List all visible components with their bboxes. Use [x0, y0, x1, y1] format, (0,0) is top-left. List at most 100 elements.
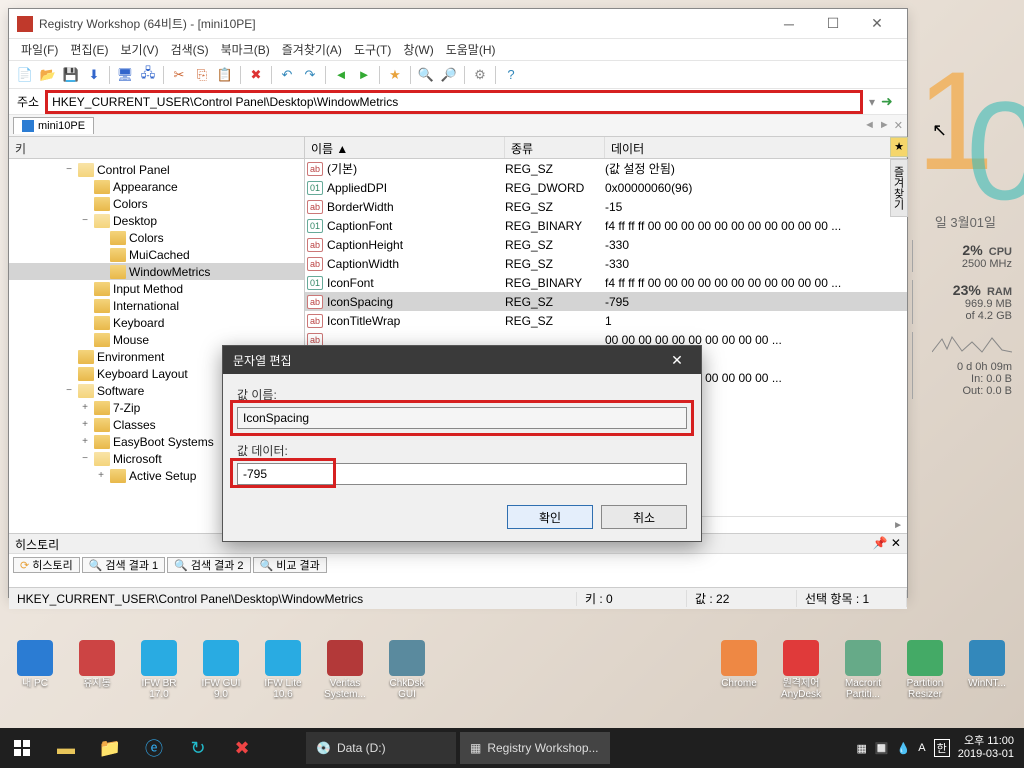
- list-row[interactable]: ab(기본)REG_SZ(값 설정 안됨): [305, 159, 907, 178]
- desktop-icon[interactable]: 원격제어 AnyDesk: [774, 640, 828, 700]
- hscroll-right-icon[interactable]: ►: [893, 520, 903, 531]
- desktop-icon[interactable]: Partition Resizer: [898, 640, 952, 700]
- tb-cut-icon[interactable]: ✂: [169, 65, 189, 85]
- tray-clock[interactable]: 오후 11:00 2019-03-01: [958, 735, 1014, 761]
- menu-item[interactable]: 도구(T): [354, 41, 391, 58]
- menu-item[interactable]: 북마크(B): [221, 41, 270, 58]
- desktop-icon[interactable]: Macrorit Partiti...: [836, 640, 890, 700]
- tree-node[interactable]: Colors: [9, 229, 304, 246]
- ok-button[interactable]: 확인: [507, 505, 593, 529]
- tb-monitor-icon[interactable]: 🖥: [115, 65, 135, 85]
- tb-explorer-icon[interactable]: ▬: [44, 728, 88, 768]
- value-data-input[interactable]: [237, 463, 687, 485]
- list-row[interactable]: abBorderWidthREG_SZ-15: [305, 197, 907, 216]
- tb-replace-icon[interactable]: 🔎: [439, 65, 459, 85]
- history-tab[interactable]: 🔍비교 결과: [253, 557, 327, 573]
- maximize-button[interactable]: ☐: [811, 10, 855, 38]
- desktop-icon[interactable]: IFW Lite 10.6: [256, 640, 310, 700]
- tb-bookmark-icon[interactable]: ★: [385, 65, 405, 85]
- favorites-side-tab[interactable]: 즐겨찾기: [890, 159, 908, 217]
- tb-undo-icon[interactable]: ↶: [277, 65, 297, 85]
- tb-save-icon[interactable]: 💾: [61, 65, 81, 85]
- tree-node[interactable]: WindowMetrics: [9, 263, 304, 280]
- dialog-close-button[interactable]: ✕: [663, 352, 691, 369]
- desktop-icon[interactable]: IFW GUI 9.0: [194, 640, 248, 700]
- desktop-icon[interactable]: 내 PC: [8, 640, 62, 700]
- start-button[interactable]: [0, 728, 44, 768]
- tb-find-icon[interactable]: 🔍: [416, 65, 436, 85]
- tb-import-icon[interactable]: ⬇: [84, 65, 104, 85]
- col-name[interactable]: 이름 ▲: [305, 137, 505, 158]
- desktop-icon[interactable]: IFW BR 17.0: [132, 640, 186, 700]
- desktop-icon[interactable]: WinNT...: [960, 640, 1014, 700]
- tray-color-icon[interactable]: 🔲: [875, 742, 889, 755]
- list-row[interactable]: abCaptionWidthREG_SZ-330: [305, 254, 907, 273]
- tab-close-icon[interactable]: ✕: [894, 119, 903, 132]
- tree-node[interactable]: International: [9, 297, 304, 314]
- desktop-icon[interactable]: 휴지통: [70, 640, 124, 700]
- net-widget: 0 d 0h 09m In: 0.0 B Out: 0.0 B: [912, 332, 1012, 399]
- taskbar-task[interactable]: 💿Data (D:): [306, 732, 456, 764]
- close-button[interactable]: ✕: [855, 10, 899, 38]
- window-title: Registry Workshop (64비트) - [mini10PE]: [39, 15, 767, 32]
- tb-remote-icon[interactable]: 🖧: [138, 65, 158, 85]
- list-row[interactable]: 01IconFontREG_BINARYf4 ff ff ff 00 00 00…: [305, 273, 907, 292]
- menu-item[interactable]: 즐겨찾기(A): [282, 41, 342, 58]
- tree-node[interactable]: MuiCached: [9, 246, 304, 263]
- tab-next-icon[interactable]: ►: [879, 119, 890, 132]
- desktop-icon[interactable]: ChkDsk GUI: [380, 640, 434, 700]
- tray-volume-icon[interactable]: 💧: [897, 742, 911, 755]
- desktop-icon[interactable]: Veritas System...: [318, 640, 372, 700]
- menu-item[interactable]: 파일(F): [21, 41, 58, 58]
- tray-lang-a-icon[interactable]: A: [918, 742, 925, 754]
- tb-browser-icon[interactable]: ⓔ: [132, 728, 176, 768]
- menu-item[interactable]: 창(W): [403, 41, 433, 58]
- tb-paste-icon[interactable]: 📋: [215, 65, 235, 85]
- tray-app-icon[interactable]: ▦: [856, 742, 866, 755]
- list-row[interactable]: abIconTitleWrapREG_SZ1: [305, 311, 907, 330]
- tree-node[interactable]: −Control Panel: [9, 161, 304, 178]
- value-name-input[interactable]: [237, 407, 687, 429]
- tab-prev-icon[interactable]: ◄: [864, 119, 875, 132]
- address-input[interactable]: [48, 93, 860, 111]
- tb-new-icon[interactable]: 📄: [15, 65, 35, 85]
- tree-node[interactable]: Colors: [9, 195, 304, 212]
- tb-refresh-icon[interactable]: ↻: [176, 728, 220, 768]
- cancel-button[interactable]: 취소: [601, 505, 687, 529]
- menu-item[interactable]: 편집(E): [70, 41, 108, 58]
- menu-item[interactable]: 도움말(H): [446, 41, 496, 58]
- list-row[interactable]: abIconSpacingREG_SZ-795: [305, 292, 907, 311]
- minimize-button[interactable]: ─: [767, 10, 811, 38]
- go-button[interactable]: ➜: [881, 93, 899, 111]
- tb-back-icon[interactable]: ◄: [331, 65, 351, 85]
- tb-delete-icon[interactable]: ✖: [246, 65, 266, 85]
- list-row[interactable]: 01CaptionFontREG_BINARYf4 ff ff ff 00 00…: [305, 216, 907, 235]
- tree-node[interactable]: Input Method: [9, 280, 304, 297]
- taskbar-task[interactable]: ▦Registry Workshop...: [460, 732, 610, 764]
- tray-ime-icon[interactable]: 한: [934, 739, 950, 757]
- col-type[interactable]: 종류: [505, 137, 605, 158]
- tb-settings-icon[interactable]: ⚙: [470, 65, 490, 85]
- history-tab[interactable]: 🔍검색 결과 2: [167, 557, 250, 573]
- menu-item[interactable]: 보기(V): [120, 41, 158, 58]
- history-tab[interactable]: ⟳히스토리: [13, 557, 80, 573]
- tree-node[interactable]: −Desktop: [9, 212, 304, 229]
- tb-close-icon[interactable]: ✖: [220, 728, 264, 768]
- pin-icon[interactable]: 📌 ✕: [873, 536, 901, 551]
- tb-fwd-icon[interactable]: ►: [354, 65, 374, 85]
- tb-folder-icon[interactable]: 📁: [88, 728, 132, 768]
- tb-help-icon[interactable]: ?: [501, 65, 521, 85]
- tab-mini10pe[interactable]: mini10PE: [13, 117, 94, 134]
- list-row[interactable]: abCaptionHeightREG_SZ-330: [305, 235, 907, 254]
- col-data[interactable]: 데이터: [605, 137, 907, 158]
- tb-open-icon[interactable]: 📂: [38, 65, 58, 85]
- list-row[interactable]: 01AppliedDPIREG_DWORD0x00000060(96): [305, 178, 907, 197]
- favorites-star-icon[interactable]: ★: [890, 137, 908, 157]
- tb-copy-icon[interactable]: ⎘: [192, 65, 212, 85]
- desktop-icon[interactable]: Chrome: [712, 640, 766, 700]
- menu-item[interactable]: 검색(S): [171, 41, 209, 58]
- tree-node[interactable]: Keyboard: [9, 314, 304, 331]
- tree-node[interactable]: Appearance: [9, 178, 304, 195]
- tb-redo-icon[interactable]: ↷: [300, 65, 320, 85]
- history-tab[interactable]: 🔍검색 결과 1: [82, 557, 165, 573]
